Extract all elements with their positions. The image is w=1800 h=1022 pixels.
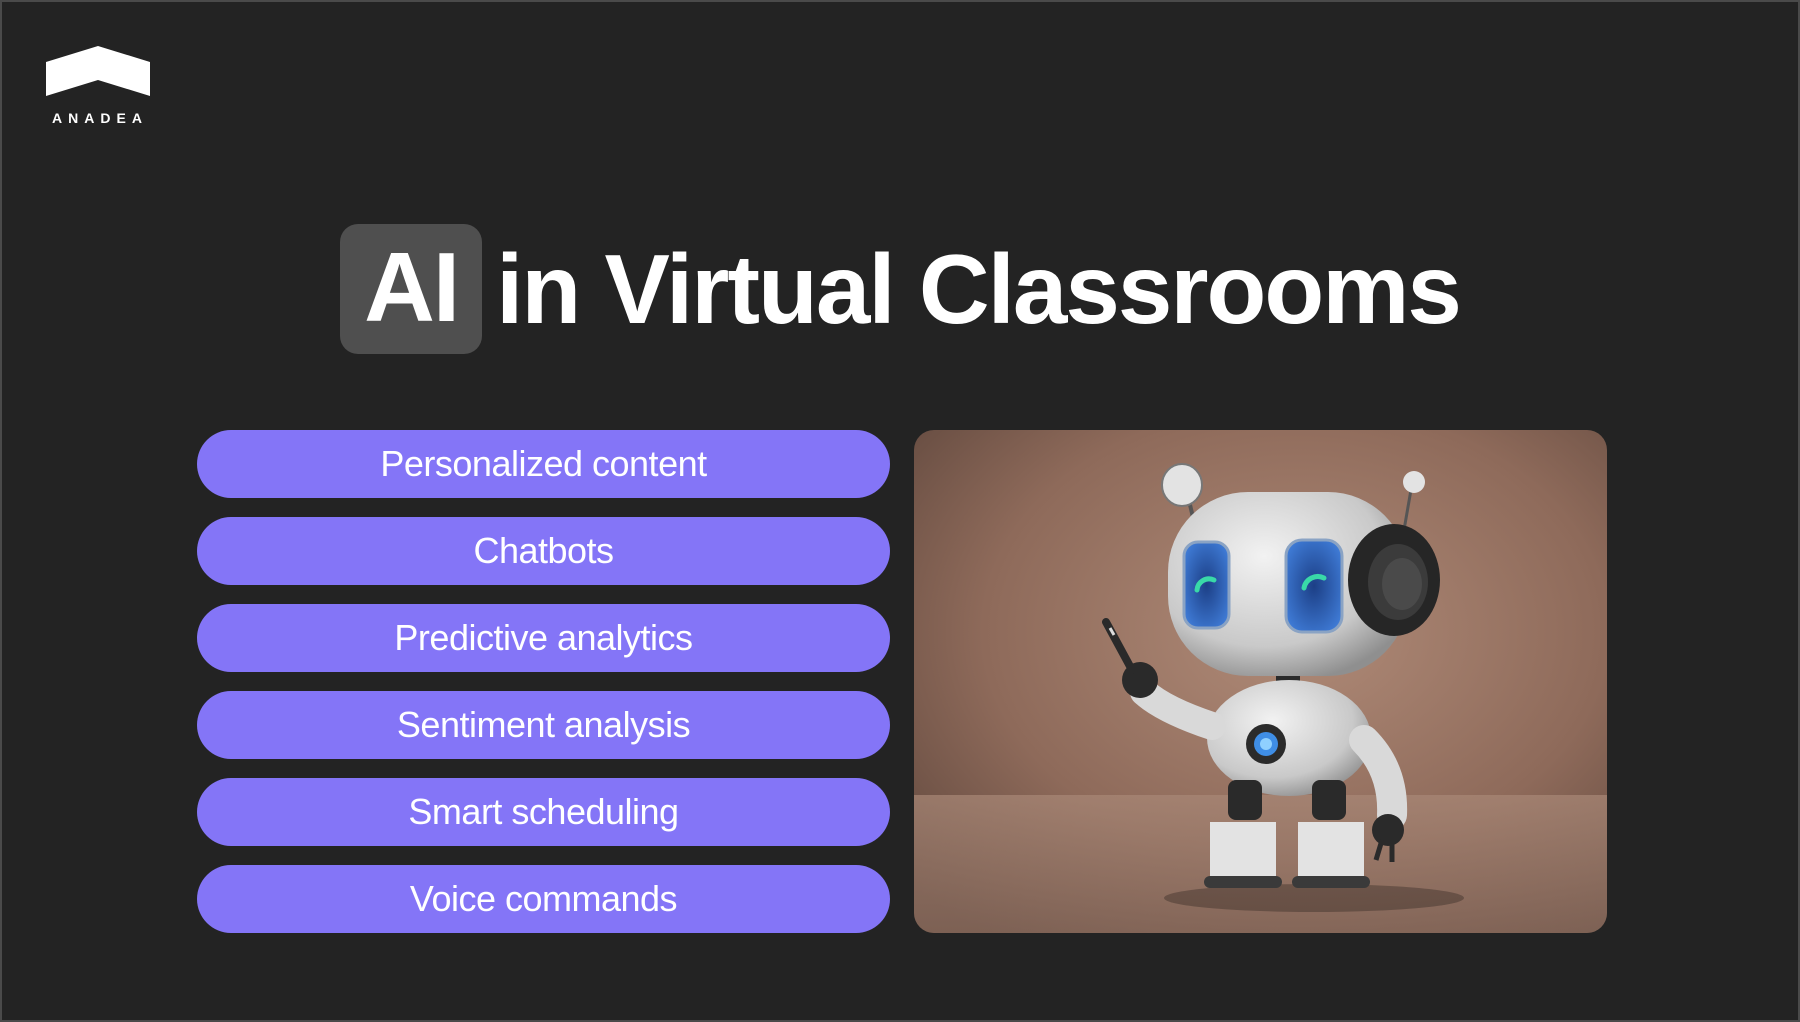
title-text: in Virtual Classrooms [496,234,1462,344]
feature-pill-voice-commands[interactable]: Voice commands [197,865,890,933]
roof-logo-icon [46,46,150,96]
feature-list: Personalized content Chatbots Predictive… [197,430,890,952]
slide: ANADEA AI in Virtual Classrooms Personal… [0,0,1800,1022]
brand-name: ANADEA [52,110,148,126]
feature-pill-smart-scheduling[interactable]: Smart scheduling [197,778,890,846]
page-title: AI in Virtual Classrooms [2,224,1798,354]
brand-logo[interactable]: ANADEA [46,46,150,126]
feature-pill-sentiment-analysis[interactable]: Sentiment analysis [197,691,890,759]
feature-pill-chatbots[interactable]: Chatbots [197,517,890,585]
robot-illustration-icon [914,430,1607,933]
title-highlight: AI [340,224,483,354]
feature-pill-predictive-analytics[interactable]: Predictive analytics [197,604,890,672]
robot-image [914,430,1607,933]
feature-pill-personalized-content[interactable]: Personalized content [197,430,890,498]
